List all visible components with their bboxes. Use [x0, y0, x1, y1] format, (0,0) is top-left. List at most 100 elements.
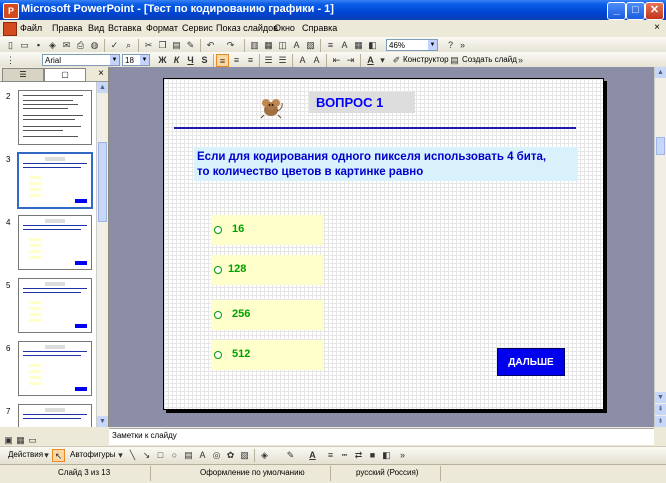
menu-view[interactable]: Вид [88, 23, 104, 33]
maximize-button[interactable]: □ [626, 2, 645, 20]
menu-format[interactable]: Формат [146, 23, 178, 33]
tab-slides[interactable]: ▢ [44, 68, 86, 82]
notes-pane[interactable]: Заметки к слайду [109, 428, 654, 445]
slide-thumbnail-2[interactable] [18, 90, 92, 145]
wordart-icon[interactable]: A [290, 39, 303, 52]
diagram-icon[interactable]: ◎ [210, 449, 223, 462]
numbering-icon[interactable]: ☰ [262, 54, 275, 67]
underline-button[interactable]: Ч [184, 54, 197, 67]
color-grayscale-icon[interactable]: ◧ [366, 39, 379, 52]
close-button[interactable]: ✕ [645, 2, 664, 20]
clipart-icon[interactable]: ✿ [224, 449, 237, 462]
menu-insert[interactable]: Вставка [108, 23, 141, 33]
radio-icon[interactable] [214, 266, 222, 274]
scroll-down-icon[interactable]: ▼ [655, 392, 666, 403]
show-formatting-icon[interactable]: A [338, 39, 351, 52]
slide-thumbnail-6[interactable] [18, 341, 92, 396]
slide-thumbnail-4[interactable] [18, 215, 92, 270]
arrow-style-icon[interactable]: ⇄ [352, 449, 365, 462]
expand-all-icon[interactable]: ≡ [324, 39, 337, 52]
toolbar-options-icon[interactable]: » [514, 54, 527, 67]
toolbar-options-icon[interactable]: » [456, 39, 469, 52]
3d-style-icon[interactable]: ◧ [380, 449, 393, 462]
dash-style-icon[interactable]: ┅ [338, 449, 351, 462]
increase-indent-icon[interactable]: ⇥ [344, 54, 357, 67]
spelling-icon[interactable]: ✓ [108, 39, 121, 52]
undo-icon[interactable]: ↶ [204, 39, 217, 52]
shadow-style-icon[interactable]: ■ [366, 449, 379, 462]
radio-icon[interactable] [214, 351, 222, 359]
preview-icon[interactable]: ◍ [88, 39, 101, 52]
arrow-icon[interactable]: ↘ [140, 449, 153, 462]
insert-diagram-icon[interactable]: ◫ [276, 39, 289, 52]
font-size-select[interactable]: 18 ▼ [122, 54, 150, 66]
toolbar-options-icon[interactable]: » [396, 449, 409, 462]
menu-file[interactable]: Файл [20, 23, 42, 33]
redo-icon[interactable]: ↷ [224, 39, 237, 52]
decrease-font-icon[interactable]: A [310, 54, 323, 67]
design-icon[interactable]: ✐ [390, 54, 403, 67]
font-name-select[interactable]: Arial ▼ [42, 54, 120, 66]
line-color-icon[interactable]: ✎ [284, 449, 297, 462]
answer-option-1[interactable]: 16 [211, 215, 323, 245]
menu-window[interactable]: Окно [274, 23, 295, 33]
shadow-button[interactable]: S [198, 54, 211, 67]
align-right-icon[interactable]: ≡ [244, 54, 257, 67]
new-slide-icon[interactable]: ▤ [448, 54, 461, 67]
line-icon[interactable]: ╲ [126, 449, 139, 462]
chevron-down-icon[interactable]: ▾ [376, 54, 389, 67]
font-color-icon[interactable]: A [306, 449, 319, 462]
radio-icon[interactable] [214, 311, 222, 319]
wordart-icon[interactable]: A [196, 449, 209, 462]
format-painter-icon[interactable]: ✎ [184, 39, 197, 52]
slide-scrollbar[interactable]: ▲ ▼ ⇞ ⇟ [654, 67, 666, 427]
open-icon[interactable]: ▭ [18, 39, 31, 52]
menu-tools[interactable]: Сервис [182, 23, 213, 33]
slide-thumbnail-5[interactable] [18, 278, 92, 333]
zoom-select[interactable]: 46% ▼ [386, 39, 438, 51]
answer-option-3[interactable]: 256 [211, 300, 323, 330]
increase-font-icon[interactable]: A [296, 54, 309, 67]
answer-option-2[interactable]: 128 [211, 255, 323, 285]
insert-picture-icon[interactable]: ▨ [304, 39, 317, 52]
pane-close-icon[interactable]: × [98, 68, 104, 79]
next-slide-icon[interactable]: ⇟ [655, 416, 666, 427]
scroll-up-icon[interactable]: ▲ [97, 82, 108, 93]
select-objects-icon[interactable]: ↖ [52, 449, 65, 462]
menu-edit[interactable]: Правка [52, 23, 82, 33]
new-slide-button[interactable]: Создать слайд [462, 55, 517, 64]
print-icon[interactable]: ⎙ [74, 39, 87, 52]
cut-icon[interactable]: ✂ [142, 39, 155, 52]
fill-color-icon[interactable]: ◈ [258, 449, 271, 462]
minimize-button[interactable]: _ [607, 2, 626, 20]
permission-icon[interactable]: ◈ [46, 39, 59, 52]
research-icon[interactable]: ⌕ [122, 39, 135, 52]
grid-icon[interactable]: ▦ [352, 39, 365, 52]
autoshapes-menu[interactable]: Автофигуры [70, 450, 116, 459]
rectangle-icon[interactable]: □ [154, 449, 167, 462]
scroll-thumb[interactable] [656, 137, 665, 155]
slide-thumbnail-7[interactable] [18, 404, 92, 427]
radio-icon[interactable] [214, 226, 222, 234]
email-icon[interactable]: ✉ [60, 39, 73, 52]
scroll-thumb[interactable] [98, 142, 107, 222]
picture-icon[interactable]: ▨ [238, 449, 251, 462]
save-icon[interactable]: ▪ [32, 39, 45, 52]
document-close-icon[interactable]: × [654, 22, 660, 33]
copy-icon[interactable]: ❐ [156, 39, 169, 52]
align-left-icon[interactable]: ≡ [216, 54, 229, 67]
insert-chart-icon[interactable]: ▥ [248, 39, 261, 52]
actions-menu[interactable]: Действия [8, 450, 43, 459]
menu-help[interactable]: Справка [302, 23, 337, 33]
designer-button[interactable]: Конструктор [403, 55, 449, 64]
previous-slide-icon[interactable]: ⇞ [655, 404, 666, 415]
align-center-icon[interactable]: ≡ [230, 54, 243, 67]
textbox-icon[interactable]: ▤ [182, 449, 195, 462]
oval-icon[interactable]: ○ [168, 449, 181, 462]
answer-option-4[interactable]: 512 [211, 340, 323, 370]
scroll-up-icon[interactable]: ▲ [655, 67, 666, 78]
slide-canvas[interactable]: ВОПРОС 1 Если для кодирования одного пик… [163, 78, 604, 410]
italic-button[interactable]: К [170, 54, 183, 67]
document-icon[interactable] [3, 22, 17, 36]
insert-table-icon[interactable]: ▦ [262, 39, 275, 52]
